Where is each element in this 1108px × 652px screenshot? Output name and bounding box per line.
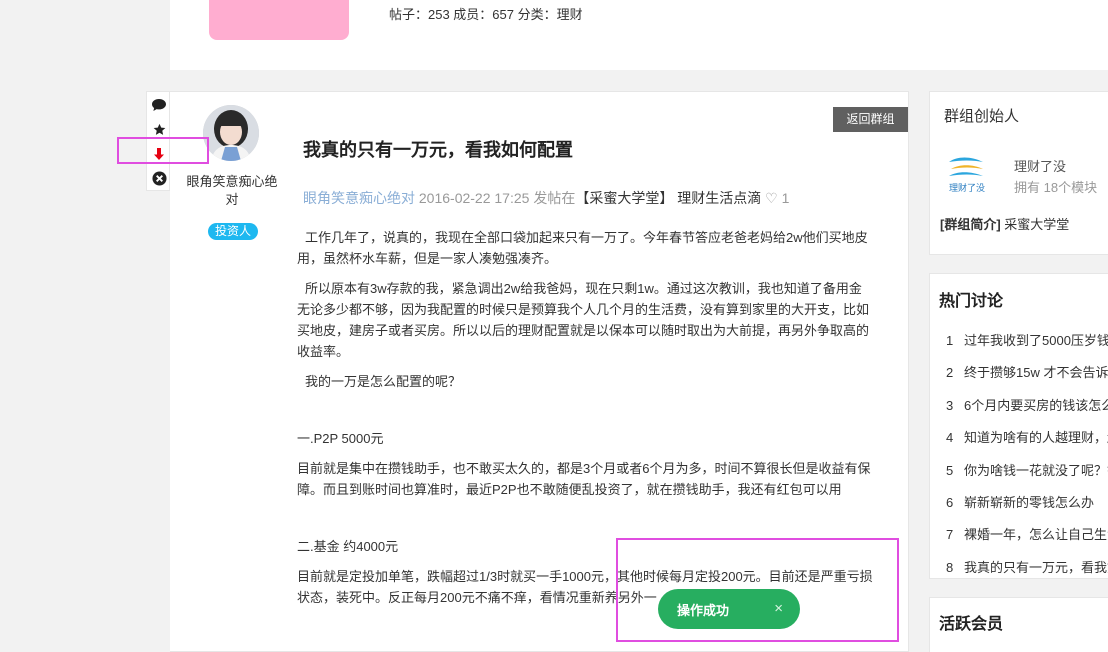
- post-body: 工作几年了，说真的，我现在全部口袋加起来只有一万了。今年春节答应老爸老妈给2w他…: [297, 227, 874, 617]
- hot-item-number: 8: [946, 560, 954, 575]
- hot-item-title[interactable]: 终于攒够15w 才不会告诉: [964, 365, 1108, 380]
- hot-item[interactable]: 3 6个月内要买房的钱该怎么: [946, 395, 1108, 414]
- hot-heading: 热门讨论: [939, 293, 1004, 310]
- founder-heading: 群组创始人: [944, 108, 1020, 125]
- hot-item-number: 3: [946, 398, 954, 413]
- toast-message: 操作成功: [677, 602, 730, 618]
- hot-item-title[interactable]: 知道为啥有的人越理财，越: [964, 430, 1108, 445]
- hot-item-number: 2: [946, 365, 954, 380]
- post-action-toolbar: [146, 91, 170, 191]
- comment-icon: [152, 99, 166, 111]
- hot-item-number: 7: [946, 527, 954, 542]
- avatar-image: [203, 105, 259, 161]
- comment-button[interactable]: [147, 94, 171, 116]
- group-intro-value: 采蜜大学堂: [1004, 217, 1070, 232]
- success-toast: 操作成功 ×: [658, 589, 800, 629]
- close-post-button[interactable]: [147, 167, 171, 189]
- hot-item[interactable]: 2 终于攒够15w 才不会告诉: [946, 362, 1108, 381]
- section-heading: 一.P2P 5000元: [297, 431, 384, 446]
- like-heart-icon[interactable]: ♡: [765, 190, 778, 206]
- active-members-panel: 活跃会员: [929, 597, 1108, 652]
- founder-modules: 拥有 18个模块: [1014, 180, 1098, 195]
- paragraph: 我的一万是怎么配置的呢？: [305, 374, 462, 389]
- meta-author-link[interactable]: 眼角笑意痴心绝对: [303, 190, 415, 206]
- logo-text: 理财了没: [949, 182, 985, 194]
- downvote-button[interactable]: [147, 143, 171, 165]
- paragraph: 所以原本有3w存款的我，紧急调出2w给我爸妈，现在只剩1w。通过这次教训，我也知…: [297, 281, 870, 359]
- author-name[interactable]: 眼角笑意痴心绝对: [182, 173, 282, 209]
- arrow-down-icon: [154, 148, 164, 160]
- hot-item-title[interactable]: 6个月内要买房的钱该怎么: [964, 398, 1108, 413]
- hot-item[interactable]: 1 过年我收到了5000压岁钱: [946, 330, 1108, 349]
- hot-item[interactable]: 8 我真的只有一万元，看我如: [946, 557, 1108, 576]
- hot-item[interactable]: 5 你为啥钱一花就没了呢？钱: [946, 460, 1108, 479]
- post-card: 眼角笑意痴心绝对 投资人 返回群组 我真的只有一万元，看我如何配置 眼角笑意痴心…: [170, 91, 909, 652]
- hot-item-title[interactable]: 过年我收到了5000压岁钱: [964, 333, 1108, 348]
- paragraph: 工作几年了，说真的，我现在全部口袋加起来只有一万了。今年春节答应老爸老妈给2w他…: [297, 230, 868, 266]
- group-intro-label: [群组简介]: [940, 217, 1001, 232]
- meta-posted-in: 发帖在: [533, 190, 576, 206]
- group-intro: [群组简介] 采蜜大学堂: [940, 214, 1069, 233]
- hot-item-title[interactable]: 你为啥钱一花就没了呢？钱: [964, 463, 1108, 478]
- back-to-group-button[interactable]: 返回群组: [833, 107, 908, 132]
- hot-item-title[interactable]: 裸婚一年，怎么让自己生活: [964, 527, 1108, 542]
- founder-name[interactable]: 理财了没: [1014, 156, 1066, 175]
- section-heading: 二.基金 约4000元: [297, 539, 399, 554]
- hot-item-number: 4: [946, 430, 954, 445]
- group-thumbnail[interactable]: [209, 0, 349, 40]
- author-avatar[interactable]: [203, 105, 259, 161]
- paragraph: 目前就是集中在攒钱助手，也不敢买太久的，都是3个月或者6个月为多，时间不算很长但…: [297, 461, 871, 497]
- author-badge: 投资人: [208, 223, 259, 240]
- hot-item-number: 5: [946, 463, 954, 478]
- hot-item[interactable]: 4 知道为啥有的人越理财，越: [946, 427, 1108, 446]
- group-header-card: 帖子：253 成员：657 分类：理财: [170, 0, 1108, 70]
- hot-item-title[interactable]: 我真的只有一万元，看我如: [964, 560, 1108, 575]
- hot-item-number: 1: [946, 333, 954, 348]
- hot-item-title[interactable]: 崭新崭新的零钱怎么办: [964, 495, 1094, 510]
- group-stats: 帖子：253 成员：657 分类：理财: [389, 7, 583, 22]
- founder-logo[interactable]: 理财了没: [945, 152, 989, 196]
- toast-close-icon[interactable]: ×: [774, 600, 783, 618]
- post-title: 我真的只有一万元，看我如何配置: [303, 140, 573, 160]
- like-count: 1: [781, 190, 790, 206]
- meta-group-link[interactable]: 【采蜜大学堂】 理财生活点滴: [575, 190, 761, 206]
- hot-item[interactable]: 7 裸婚一年，怎么让自己生活: [946, 524, 1108, 543]
- star-icon: [153, 123, 165, 135]
- active-heading: 活跃会员: [939, 616, 1004, 633]
- meta-datetime: 2016-02-22 17:25: [418, 190, 530, 206]
- hot-item[interactable]: 6 崭新崭新的零钱怎么办: [946, 492, 1108, 511]
- favorite-button[interactable]: [147, 118, 171, 140]
- post-meta: 眼角笑意痴心绝对 2016-02-22 17:25 发帖在【采蜜大学堂】 理财生…: [303, 188, 789, 208]
- hot-item-number: 6: [946, 495, 954, 510]
- close-circle-icon: [151, 170, 167, 186]
- group-founder-panel: 群组创始人 理财了没 理财了没 拥有 18个模块 [群组简介] 采蜜大学堂: [929, 91, 1108, 255]
- hot-discussions-panel: 热门讨论 1 过年我收到了5000压岁钱 2 终于攒够15w 才不会告诉 3 6个月内…: [929, 273, 1108, 579]
